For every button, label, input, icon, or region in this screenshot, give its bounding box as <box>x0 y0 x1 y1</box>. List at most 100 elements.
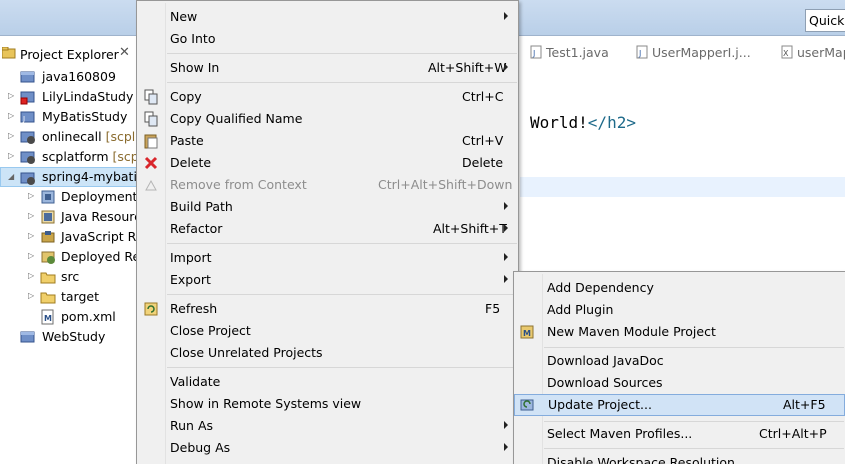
menu-item-close-project[interactable]: Close Project <box>137 320 518 342</box>
delete-icon <box>144 156 158 170</box>
menu-item-add-dependency[interactable]: Add Dependency <box>514 277 845 299</box>
menu-item-close-unrelated-projects[interactable]: Close Unrelated Projects <box>137 342 518 364</box>
maven-submenu: Add Dependency Add Plugin M New Maven Mo… <box>513 271 845 464</box>
collapsed-arrow-icon[interactable]: ▷ <box>28 291 36 301</box>
editor-tab-usermapperi[interactable]: J UserMapperI.j... <box>636 45 751 65</box>
submenu-arrow-icon <box>504 421 508 429</box>
menu-item-export[interactable]: Export <box>137 269 518 291</box>
tree-item-java-resources[interactable]: ▷ Java Resourc <box>0 207 141 227</box>
copy-qualified-name-icon <box>144 111 158 127</box>
menu-separator <box>167 82 517 83</box>
web-project-icon <box>20 151 35 164</box>
tree-item-label: MyBatisStudy <box>42 109 128 124</box>
tree-item-java160809[interactable]: java160809 <box>0 67 140 87</box>
menu-item-label: Import <box>170 250 212 265</box>
update-project-icon <box>520 399 534 411</box>
tree-item-deployed-resources[interactable]: ▷ Deployed Re <box>0 247 140 267</box>
menu-item-label: Build Path <box>170 199 233 214</box>
menu-item-go-into[interactable]: Go Into <box>137 28 518 50</box>
submenu-arrow-icon <box>504 224 508 232</box>
collapsed-arrow-icon[interactable]: ▷ <box>28 271 36 281</box>
menu-item-add-plugin[interactable]: Add Plugin <box>514 299 845 321</box>
java-file-icon: J <box>636 45 648 59</box>
menu-item-label: Remove from Context <box>170 177 307 192</box>
menu-item-label: Show In <box>170 60 220 75</box>
collapsed-arrow-icon[interactable]: ▷ <box>28 211 36 221</box>
maven-pom-icon: M <box>41 309 54 325</box>
editor-tab-test1-java[interactable]: J Test1.java <box>530 45 609 65</box>
menu-item-update-project[interactable]: Update Project... Alt+F5 <box>514 394 845 416</box>
menu-item-import[interactable]: Import <box>137 247 518 269</box>
menu-item-label: Close Unrelated Projects <box>170 345 323 360</box>
tree-item-pom-xml[interactable]: M pom.xml <box>0 307 140 327</box>
menu-item-label: Add Dependency <box>547 280 654 295</box>
tree-item-onlinecall[interactable]: ▷ onlinecall [scpla <box>0 127 143 147</box>
collapsed-arrow-icon[interactable]: ▷ <box>28 231 36 241</box>
menu-item-paste[interactable]: Paste Ctrl+V <box>137 130 518 152</box>
tree-item-target[interactable]: ▷ target <box>0 287 140 307</box>
editor-tab-usermapper-xml[interactable]: XuserMap <box>781 45 845 65</box>
menu-item-refactor[interactable]: Refactor Alt+Shift+T <box>137 218 518 240</box>
menu-item-label: Refactor <box>170 221 223 236</box>
menu-separator <box>167 53 517 54</box>
submenu-arrow-icon <box>504 275 508 283</box>
tree-item-mybatisstudy[interactable]: ▷ J MyBatisStudy <box>0 107 140 127</box>
menu-item-label: Go Into <box>170 31 216 46</box>
menu-item-label: Add Plugin <box>547 302 614 317</box>
collapsed-arrow-icon[interactable]: ▷ <box>28 251 36 261</box>
menu-item-copy-qualified-name[interactable]: Copy Qualified Name <box>137 108 518 130</box>
menu-item-new-maven-module-project[interactable]: M New Maven Module Project <box>514 321 845 343</box>
collapsed-arrow-icon[interactable]: ▷ <box>8 111 16 121</box>
menu-item-disable-workspace-resolution[interactable]: Disable Workspace Resolution <box>514 452 845 464</box>
menu-separator <box>167 294 517 295</box>
project-explorer-title: Project Explorer <box>20 47 119 62</box>
menu-item-validate[interactable]: Validate <box>137 371 518 393</box>
tree-item-label: src <box>61 269 80 284</box>
submenu-arrow-icon <box>504 443 508 451</box>
menu-item-download-sources[interactable]: Download Sources <box>514 372 845 394</box>
tree-item-label: spring4-mybatis <box>42 169 144 184</box>
menu-item-delete[interactable]: Delete Delete <box>137 152 518 174</box>
maven-module-icon: M <box>520 325 534 339</box>
menu-separator <box>544 347 844 348</box>
tree-item-src[interactable]: ▷ src <box>0 267 140 287</box>
tree-item-webstudy[interactable]: WebStudy <box>0 327 140 347</box>
menu-item-build-path[interactable]: Build Path <box>137 196 518 218</box>
close-icon[interactable]: ✕ <box>119 45 130 60</box>
submenu-arrow-icon <box>504 12 508 20</box>
tree-item-scplatform[interactable]: ▷ scplatform [scpl <box>0 147 142 167</box>
tree-item-deployment[interactable]: ▷ Deployment <box>0 187 140 207</box>
collapsed-arrow-icon[interactable]: ▷ <box>8 131 16 141</box>
menu-item-refresh[interactable]: Refresh F5 <box>137 298 518 320</box>
paste-icon <box>144 134 158 149</box>
menu-item-show-in[interactable]: Show In Alt+Shift+W <box>137 57 518 79</box>
expanded-arrow-icon[interactable]: ◢ <box>8 172 16 182</box>
collapsed-arrow-icon[interactable]: ▷ <box>8 151 16 161</box>
menu-item-new[interactable]: New <box>137 6 518 28</box>
menu-item-shortcut: Ctrl+Alt+P <box>759 426 827 441</box>
quick-access-input[interactable]: Quick <box>805 9 845 32</box>
project-explorer-tab[interactable]: Project Explorer ✕ <box>0 44 140 64</box>
menu-item-shortcut: Ctrl+Alt+Shift+Down <box>378 177 513 192</box>
submenu-arrow-icon <box>504 63 508 71</box>
tree-item-label: java160809 <box>42 69 116 84</box>
menu-item-show-in-remote-systems[interactable]: Show in Remote Systems view <box>137 393 518 415</box>
menu-item-label: Run As <box>170 418 214 433</box>
tree-item-lilylindastudy[interactable]: ▷ LilyLindaStudy <box>0 87 140 107</box>
collapsed-arrow-icon[interactable]: ▷ <box>8 91 16 101</box>
tree-item-spring4-mybatis[interactable]: ◢ spring4-mybatis <box>0 167 144 187</box>
menu-item-label: New <box>170 9 198 24</box>
project-explorer-icon <box>2 47 16 59</box>
menu-item-copy[interactable]: Copy Ctrl+C <box>137 86 518 108</box>
tree-item-label: WebStudy <box>42 329 106 344</box>
tree-item-javascript-resources[interactable]: ▷ JavaScript Re <box>0 227 143 247</box>
menu-item-run-as[interactable]: Run As <box>137 415 518 437</box>
collapsed-arrow-icon[interactable]: ▷ <box>28 191 36 201</box>
menu-item-download-javadoc[interactable]: Download JavaDoc <box>514 350 845 372</box>
menu-item-debug-as[interactable]: Debug As <box>137 437 518 459</box>
code-text: World! <box>530 113 588 132</box>
menu-item-label: Select Maven Profiles... <box>547 426 693 441</box>
menu-item-shortcut: Alt+F5 <box>783 397 826 412</box>
menu-item-select-maven-profiles[interactable]: Select Maven Profiles... Ctrl+Alt+P <box>514 423 845 445</box>
code-line[interactable]: World!</h2> <box>530 113 636 132</box>
